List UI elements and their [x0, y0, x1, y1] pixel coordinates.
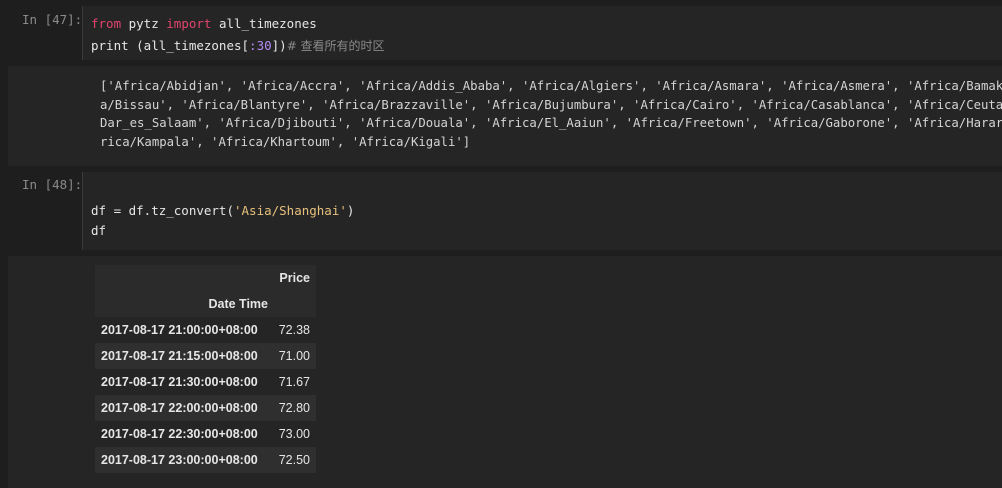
cell-47-prompt: In [47]: [22, 12, 83, 27]
row-price: 73.00 [278, 427, 310, 441]
tz-convert-call: df = df.tz_convert( [91, 203, 234, 218]
cell-47-output: ['Africa/Abidjan', 'Africa/Accra', 'Afri… [8, 66, 1002, 166]
cell-48-code-editor[interactable]: df = df.tz_convert('Asia/Shanghai') df [82, 172, 1002, 250]
keyword-from: from [91, 16, 122, 31]
cell-47-input: In [47]: from pytz import all_timezones … [8, 6, 1002, 60]
call-close: ) [346, 203, 355, 218]
module-name: pytz [121, 16, 167, 31]
row-price: 72.38 [278, 323, 310, 337]
code-line: df [91, 223, 107, 238]
cell-48-input: In [48]: df = df.tz_convert('Asia/Shangh… [8, 172, 1002, 250]
string-literal: 'Asia/Shanghai' [234, 203, 347, 218]
row-price: 72.80 [278, 401, 310, 415]
table-row: 2017-08-17 22:00:00+08:00 72.80 [95, 395, 316, 421]
column-header-price: Price [279, 271, 310, 285]
row-index: 2017-08-17 23:00:00+08:00 [101, 453, 258, 467]
table-row: 2017-08-17 21:15:00+08:00 71.00 [95, 343, 316, 369]
table-row: 2017-08-17 21:30:00+08:00 71.67 [95, 369, 316, 395]
row-index: 2017-08-17 22:30:00+08:00 [101, 427, 258, 441]
print-call: print (all_timezones[ [91, 38, 250, 53]
row-price: 71.00 [278, 349, 310, 363]
row-price: 72.50 [278, 453, 310, 467]
cell-48-prompt: In [48]: [22, 177, 83, 192]
cell-47-code-editor[interactable]: from pytz import all_timezones print (al… [82, 6, 1002, 60]
row-index: 2017-08-17 22:00:00+08:00 [101, 401, 258, 415]
table-index-name-row: Date Time [95, 291, 316, 317]
slice-value: :30 [249, 38, 272, 53]
table-row: 2017-08-17 21:00:00+08:00 72.38 [95, 317, 316, 343]
keyword-import: import [166, 16, 212, 31]
row-index: 2017-08-17 21:00:00+08:00 [101, 323, 258, 337]
output-line: ['Africa/Abidjan', 'Africa/Accra', 'Afri… [100, 79, 1002, 93]
dataframe-table: Price Date Time 2017-08-17 21:00:00+08:0… [95, 265, 316, 473]
import-name: all_timezones [211, 16, 317, 31]
table-row: 2017-08-17 22:30:00+08:00 73.00 [95, 421, 316, 447]
output-line: rica/Kampala', 'Africa/Khartoum', 'Afric… [100, 135, 471, 149]
row-index: 2017-08-17 21:30:00+08:00 [101, 375, 258, 389]
table-row: 2017-08-17 23:00:00+08:00 72.50 [95, 447, 316, 473]
index-name: Date Time [208, 297, 268, 311]
output-line: Dar_es_Salaam', 'Africa/Djibouti', 'Afri… [100, 116, 1002, 130]
print-close: ]) [271, 38, 287, 53]
code-line: print (all_timezones[:30])# 查看所有的时区 [91, 37, 385, 54]
table-header-row: Price [95, 265, 316, 291]
row-price: 71.67 [278, 375, 310, 389]
row-index: 2017-08-17 21:15:00+08:00 [101, 349, 258, 363]
code-comment: # 查看所有的时区 [286, 39, 385, 53]
output-line: a/Bissau', 'Africa/Blantyre', 'Africa/Br… [100, 98, 1002, 112]
code-line: df = df.tz_convert('Asia/Shanghai') [91, 203, 354, 218]
code-line: from pytz import all_timezones [91, 16, 317, 31]
